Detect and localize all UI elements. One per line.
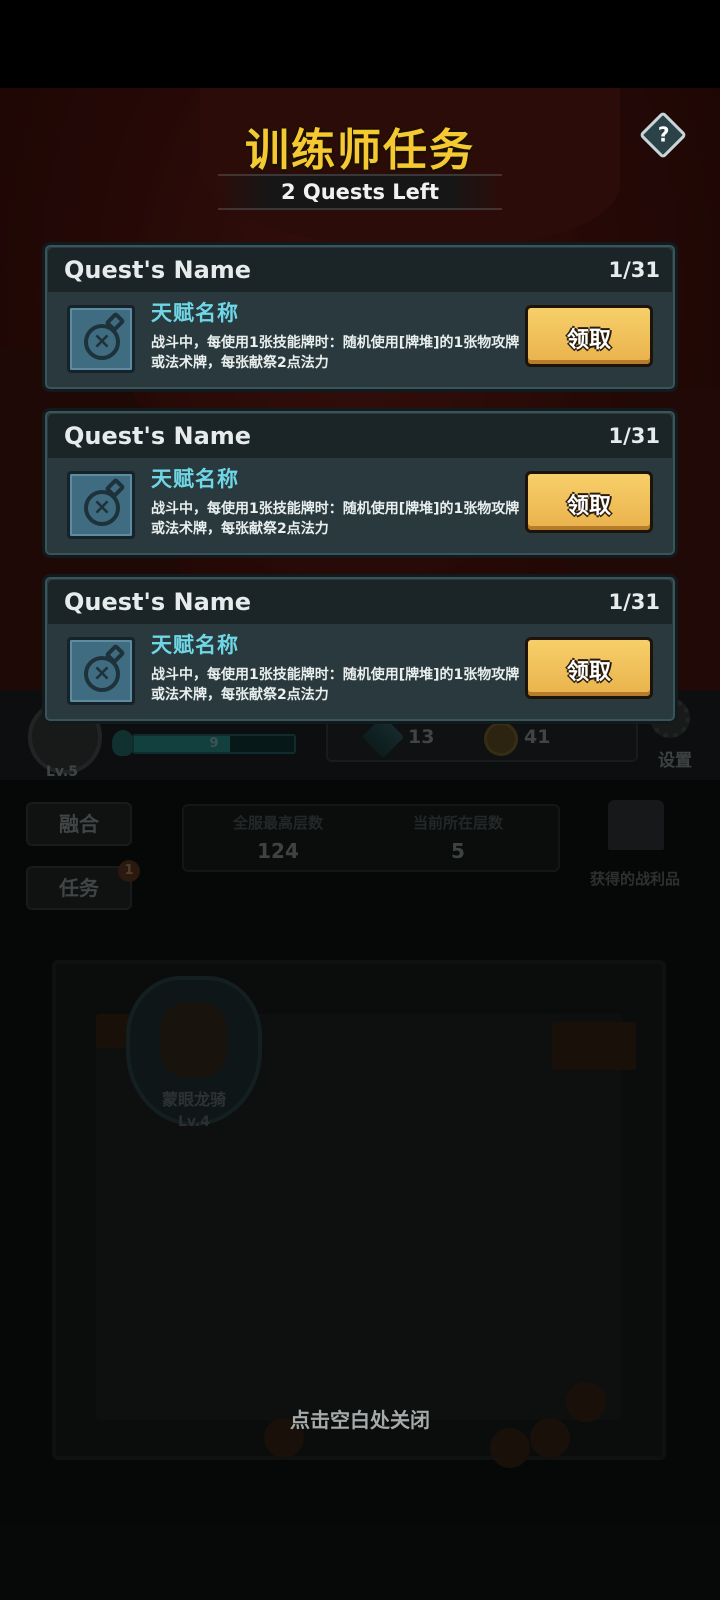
dialog-title: 训练师任务 — [245, 125, 475, 176]
talent-description: 战斗中，每使用1张技能牌时：随机使用[牌堆]的1张物攻牌或法术牌，每张献祭2点法… — [151, 501, 520, 537]
quests-left-banner: 2 Quests Left — [218, 174, 502, 210]
talent-name: 天赋名称 — [151, 301, 239, 325]
claim-button-label: 领取 — [566, 494, 611, 519]
quest-name: Quest's Name — [64, 588, 252, 616]
claim-button[interactable]: 领取 — [525, 305, 653, 367]
talent-description: 战斗中，每使用1张技能牌时：随机使用[牌堆]的1张物攻牌或法术牌，每张献祭2点法… — [151, 335, 520, 371]
tap-to-close-hint[interactable]: 点击空白处关闭 — [0, 1404, 720, 1433]
quest-card-header: Quest's Name 1/31 — [48, 580, 672, 624]
quest-progress: 1/31 — [608, 424, 660, 448]
potion-bottle-cross: × — [92, 495, 112, 520]
claim-button-label: 领取 — [566, 660, 611, 685]
talent-description: 战斗中，每使用1张技能牌时：随机使用[牌堆]的1张物攻牌或法术牌，每张献祭2点法… — [151, 667, 520, 703]
quest-card: Quest's Name 1/31 × 天赋名称 战斗中，每使用1张技能牌时：随… — [42, 574, 678, 724]
quest-card-header: Quest's Name 1/31 — [48, 248, 672, 292]
talent-name: 天赋名称 — [151, 467, 239, 491]
quest-card-header: Quest's Name 1/31 — [48, 414, 672, 458]
potion-bottle-cross: × — [92, 661, 112, 686]
quest-name: Quest's Name — [64, 256, 252, 284]
potion-bottle-icon: × — [67, 471, 135, 539]
claim-button[interactable]: 领取 — [525, 471, 653, 533]
talent-name: 天赋名称 — [151, 633, 239, 657]
quest-card: Quest's Name 1/31 × 天赋名称 战斗中，每使用1张技能牌时：随… — [42, 408, 678, 558]
potion-bottle-icon: × — [67, 637, 135, 705]
potion-bottle-cross: × — [92, 329, 112, 354]
claim-button[interactable]: 领取 — [525, 637, 653, 699]
quest-progress: 1/31 — [608, 590, 660, 614]
potion-bottle-icon: × — [67, 305, 135, 373]
quest-card: Quest's Name 1/31 × 天赋名称 战斗中，每使用1张技能牌时：随… — [42, 242, 678, 392]
claim-button-label: 领取 — [566, 328, 611, 353]
quest-name: Quest's Name — [64, 422, 252, 450]
quests-left-text: 2 Quests Left — [280, 180, 440, 204]
quest-progress: 1/31 — [608, 258, 660, 282]
question-mark-icon: ? — [657, 122, 670, 147]
